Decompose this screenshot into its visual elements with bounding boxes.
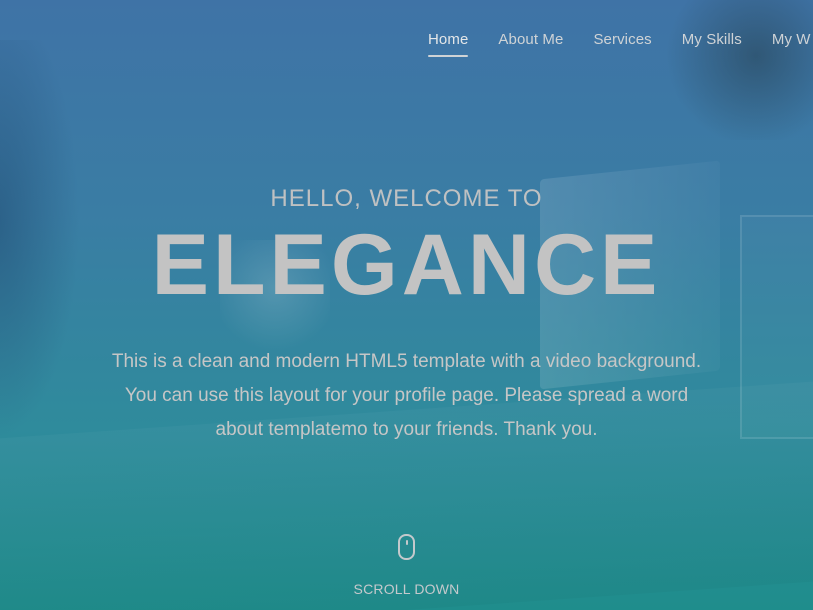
scroll-down-label[interactable]: SCROLL DOWN	[0, 581, 813, 597]
hero-kicker: HELLO, WELCOME TO	[270, 185, 543, 212]
nav-item-my-work[interactable]: My W	[772, 31, 811, 55]
nav-item-my-skills[interactable]: My Skills	[682, 31, 742, 55]
nav-item-home[interactable]: Home	[428, 31, 469, 57]
nav-item-services[interactable]: Services	[593, 31, 651, 55]
mouse-icon[interactable]	[398, 534, 415, 560]
background-plant	[660, 0, 813, 140]
nav-item-about-me[interactable]: About Me	[498, 31, 563, 55]
hero-title: ELEGANCE	[151, 217, 662, 313]
scroll-down-link[interactable]: SCROLL DOWN	[0, 534, 813, 597]
hero-description: This is a clean and modern HTML5 templat…	[111, 351, 702, 440]
main-navigation: Home About Me Services My Skills My W	[428, 31, 811, 57]
